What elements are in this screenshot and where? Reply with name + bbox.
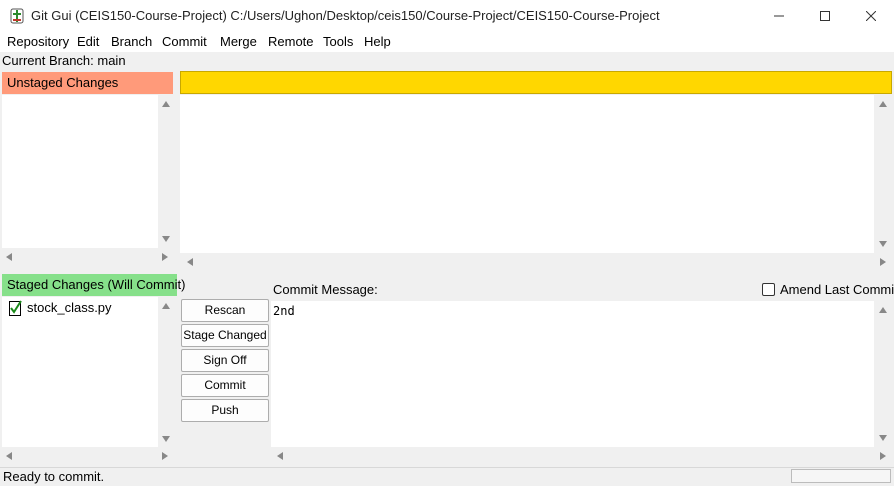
git-gui-icon	[10, 8, 24, 24]
push-button[interactable]: Push	[181, 399, 269, 422]
diff-horizontal-scrollbar[interactable]	[180, 253, 892, 272]
menu-commit[interactable]: Commit	[162, 34, 207, 49]
scroll-up-icon[interactable]	[879, 307, 887, 313]
status-progress-box	[791, 469, 891, 483]
menu-tools[interactable]: Tools	[323, 34, 353, 49]
window-title: Git Gui (CEIS150-Course-Project) C:/User…	[31, 8, 660, 23]
commit-horizontal-scrollbar[interactable]	[271, 447, 892, 465]
diff-view[interactable]	[180, 95, 892, 272]
commit-message-label: Commit Message:	[273, 282, 378, 297]
close-icon	[866, 11, 876, 21]
scroll-right-icon[interactable]	[880, 452, 886, 460]
unstaged-horizontal-scrollbar[interactable]	[2, 248, 174, 266]
sign-off-button[interactable]: Sign Off	[181, 349, 269, 372]
diff-vertical-scrollbar[interactable]	[874, 95, 892, 253]
maximize-icon	[820, 11, 830, 21]
scroll-left-icon[interactable]	[6, 452, 12, 460]
stage-changed-button[interactable]: Stage Changed	[181, 324, 269, 347]
scroll-up-icon[interactable]	[162, 101, 170, 107]
title-bar[interactable]: Git Gui (CEIS150-Course-Project) C:/User…	[0, 0, 894, 32]
minimize-button[interactable]	[756, 0, 802, 32]
scroll-up-icon[interactable]	[162, 303, 170, 309]
scroll-right-icon[interactable]	[162, 253, 168, 261]
unstaged-file-list[interactable]	[2, 95, 174, 266]
maximize-button[interactable]	[802, 0, 848, 32]
staged-file-name: stock_class.py	[27, 300, 112, 315]
menu-bar: Repository Edit Branch Commit Merge Remo…	[0, 32, 894, 52]
amend-checkbox[interactable]	[762, 283, 775, 296]
menu-remote[interactable]: Remote	[268, 34, 314, 49]
unstaged-vertical-scrollbar[interactable]	[158, 95, 174, 248]
menu-edit[interactable]: Edit	[77, 34, 99, 49]
staged-file-item[interactable]: stock_class.py	[7, 299, 157, 317]
scroll-down-icon[interactable]	[162, 236, 170, 242]
staged-vertical-scrollbar[interactable]	[158, 297, 174, 447]
staged-file-list[interactable]: stock_class.py	[2, 297, 174, 465]
current-branch-label: Current Branch: main	[2, 53, 126, 68]
staged-file-check-icon[interactable]	[9, 300, 23, 316]
menu-repository[interactable]: Repository	[7, 34, 69, 49]
staged-changes-header: Staged Changes (Will Commit)	[2, 274, 185, 296]
amend-label: Amend Last Commit	[780, 282, 894, 297]
status-text: Ready to commit.	[3, 469, 105, 484]
rescan-button[interactable]: Rescan	[181, 299, 269, 322]
scroll-right-icon[interactable]	[162, 452, 168, 460]
scroll-down-icon[interactable]	[879, 435, 887, 441]
status-divider	[0, 467, 894, 468]
scroll-down-icon[interactable]	[162, 436, 170, 442]
scroll-left-icon[interactable]	[187, 258, 193, 266]
scroll-down-icon[interactable]	[879, 241, 887, 247]
menu-branch[interactable]: Branch	[111, 34, 152, 49]
unstaged-changes-header: Unstaged Changes	[2, 72, 173, 94]
menu-merge[interactable]: Merge	[220, 34, 257, 49]
menu-help[interactable]: Help	[364, 34, 391, 49]
scroll-left-icon[interactable]	[277, 452, 283, 460]
commit-button[interactable]: Commit	[181, 374, 269, 397]
commit-message-text[interactable]: 2nd	[273, 304, 295, 318]
commit-message-input[interactable]: 2nd	[271, 301, 892, 465]
scroll-up-icon[interactable]	[879, 101, 887, 107]
commit-vertical-scrollbar[interactable]	[874, 301, 892, 447]
staged-horizontal-scrollbar[interactable]	[2, 447, 174, 465]
scroll-right-icon[interactable]	[880, 258, 886, 266]
diff-header	[180, 71, 892, 94]
close-button[interactable]	[848, 0, 894, 32]
scroll-left-icon[interactable]	[6, 253, 12, 261]
minimize-icon	[774, 15, 784, 17]
